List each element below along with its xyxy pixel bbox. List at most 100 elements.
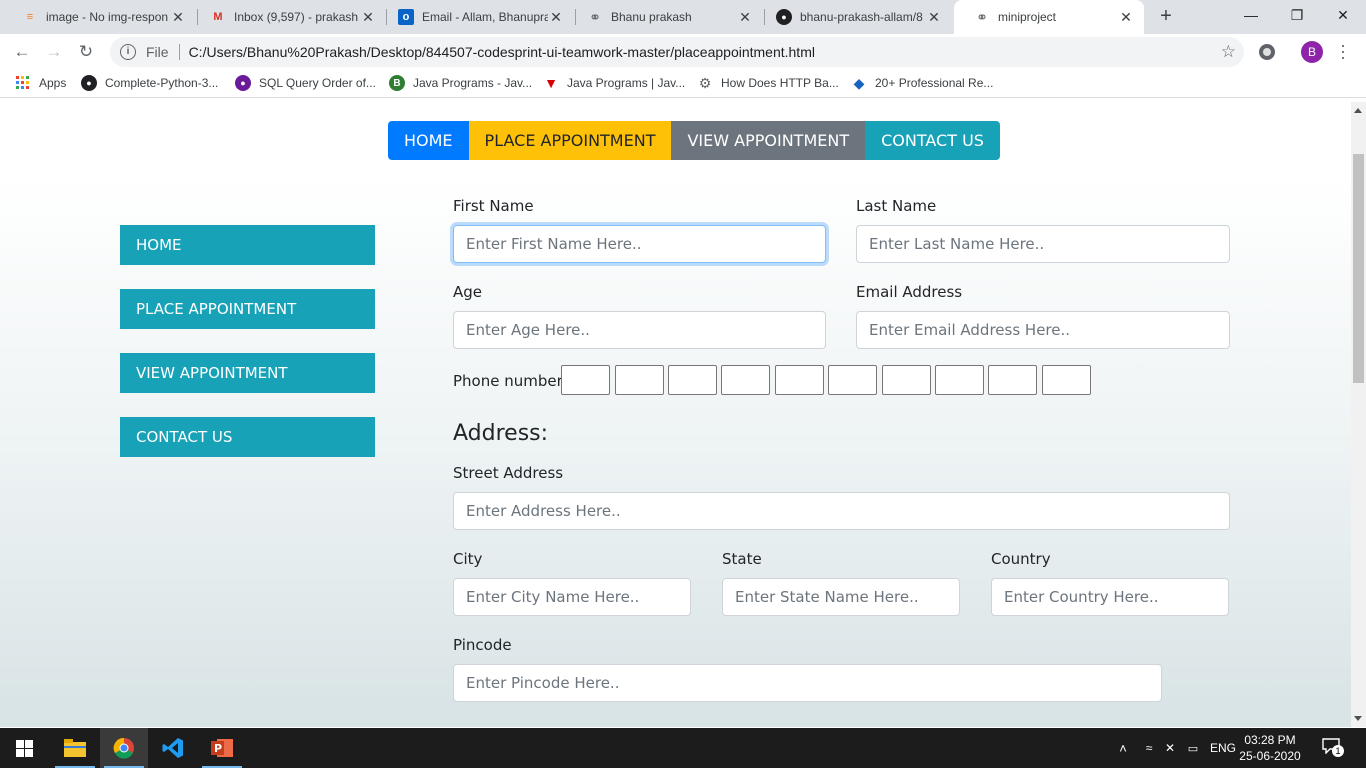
top-nav-place-appointment-button[interactable]: PLACE APPOINTMENT bbox=[468, 121, 672, 160]
browser-tab[interactable]: M Inbox (9,597) - prakash ✕ bbox=[190, 0, 386, 34]
action-center-button[interactable]: 1 bbox=[1322, 738, 1344, 757]
system-tray: ˄ ≈ ✕ ▭ ENG bbox=[1115, 728, 1236, 768]
browser-menu-icon[interactable]: · · · bbox=[1338, 36, 1348, 66]
site-icon: ◆ bbox=[853, 74, 865, 91]
start-button[interactable] bbox=[0, 728, 48, 768]
github-icon: ● bbox=[81, 75, 97, 91]
minimize-button[interactable]: — bbox=[1228, 0, 1274, 30]
browser-tab[interactable]: ≡ image - No img-respon ✕ bbox=[2, 0, 196, 34]
address-divider bbox=[178, 44, 180, 60]
notification-badge: 1 bbox=[1332, 745, 1344, 757]
scroll-up-arrow-icon[interactable] bbox=[1354, 108, 1362, 113]
reload-button[interactable]: ↻ bbox=[74, 40, 98, 64]
top-nav-home-button[interactable]: HOME bbox=[388, 121, 469, 160]
taskbar-clock[interactable]: 03:28 PM 25-06-2020 bbox=[1238, 732, 1302, 764]
battery-icon[interactable]: ▭ bbox=[1185, 742, 1201, 755]
vscode-taskbar-button[interactable] bbox=[149, 728, 197, 768]
scrollbar-thumb[interactable] bbox=[1353, 154, 1364, 383]
powerpoint-taskbar-button[interactable]: P bbox=[198, 728, 246, 768]
restore-button[interactable]: ❐ bbox=[1274, 0, 1320, 30]
city-label: City bbox=[453, 550, 483, 568]
age-input[interactable] bbox=[453, 311, 826, 349]
phone-digit-input[interactable] bbox=[935, 365, 984, 395]
first-name-input[interactable] bbox=[453, 225, 826, 263]
bookmark-star-icon[interactable]: ☆ bbox=[1221, 42, 1236, 62]
side-nav-home-button[interactable]: HOME bbox=[120, 225, 375, 265]
last-name-label: Last Name bbox=[856, 197, 937, 215]
language-indicator[interactable]: ENG bbox=[1210, 741, 1236, 755]
close-icon[interactable]: ✕ bbox=[548, 9, 564, 26]
page-scrollbar[interactable] bbox=[1351, 102, 1366, 727]
back-button[interactable]: ← bbox=[10, 40, 34, 64]
powerpoint-icon: P bbox=[211, 739, 233, 757]
close-icon[interactable]: ✕ bbox=[360, 9, 376, 26]
street-address-input[interactable] bbox=[453, 492, 1230, 530]
web-page: HOME PLACE APPOINTMENT VIEW APPOINTMENT … bbox=[0, 102, 1351, 727]
window-close-button[interactable]: ✕ bbox=[1320, 0, 1366, 30]
state-input[interactable] bbox=[722, 578, 960, 616]
side-nav-place-appointment-button[interactable]: PLACE APPOINTMENT bbox=[120, 289, 375, 329]
age-label: Age bbox=[453, 283, 483, 301]
browser-tab-active[interactable]: ⚭ miniproject ✕ bbox=[954, 0, 1144, 34]
outlook-icon: o bbox=[398, 9, 414, 25]
file-explorer-taskbar-button[interactable] bbox=[51, 728, 99, 768]
close-icon[interactable]: ✕ bbox=[1118, 9, 1134, 26]
address-bar[interactable]: i File C:/Users/Bhanu%20Prakash/Desktop/… bbox=[110, 37, 1244, 67]
bookmark-item[interactable]: ● SQL Query Order of... bbox=[235, 75, 376, 91]
pincode-input[interactable] bbox=[453, 664, 1162, 702]
site-icon: ▼ bbox=[544, 75, 558, 91]
forward-button[interactable]: → bbox=[42, 40, 66, 64]
scroll-down-arrow-icon[interactable] bbox=[1354, 716, 1362, 721]
phone-digit-input[interactable] bbox=[828, 365, 877, 395]
country-input[interactable] bbox=[991, 578, 1229, 616]
phone-digit-input[interactable] bbox=[721, 365, 770, 395]
email-input[interactable] bbox=[856, 311, 1230, 349]
bookmark-apps[interactable]: Apps bbox=[15, 75, 66, 91]
bookmark-item[interactable]: ▼ Java Programs | Jav... bbox=[543, 75, 685, 91]
chrome-taskbar-button[interactable] bbox=[100, 728, 148, 768]
close-icon[interactable]: ✕ bbox=[170, 9, 186, 26]
bookmark-item[interactable]: ● Complete-Python-3... bbox=[81, 75, 218, 91]
phone-digit-input[interactable] bbox=[561, 365, 610, 395]
address-url[interactable]: C:/Users/Bhanu%20Prakash/Desktop/844507-… bbox=[189, 44, 815, 60]
street-address-label: Street Address bbox=[453, 464, 564, 482]
windows-taskbar: P ˄ ≈ ✕ ▭ ENG 03:28 PM 25-06-2020 1 bbox=[0, 728, 1366, 768]
state-label: State bbox=[722, 550, 762, 568]
show-hidden-icons-chevron-icon[interactable]: ˄ bbox=[1115, 741, 1131, 756]
browser-tab[interactable]: ⚭ Bhanu prakash ✕ bbox=[567, 0, 763, 34]
phone-digit-input[interactable] bbox=[988, 365, 1037, 395]
side-nav-contact-us-button[interactable]: CONTACT US bbox=[120, 417, 375, 457]
bookmark-item[interactable]: ◆ 20+ Professional Re... bbox=[851, 74, 994, 91]
windows-logo-icon bbox=[15, 739, 33, 757]
first-name-label: First Name bbox=[453, 197, 534, 215]
phone-digit-input[interactable] bbox=[668, 365, 717, 395]
github-icon: ● bbox=[776, 9, 792, 25]
last-name-input[interactable] bbox=[856, 225, 1230, 263]
phone-label: Phone number bbox=[453, 372, 563, 390]
city-input[interactable] bbox=[453, 578, 691, 616]
vscode-icon bbox=[162, 738, 183, 758]
phone-digit-input[interactable] bbox=[775, 365, 824, 395]
new-tab-button[interactable]: + bbox=[1155, 6, 1177, 28]
bookmark-item[interactable]: ⚙ How Does HTTP Ba... bbox=[697, 75, 839, 91]
phone-digit-input[interactable] bbox=[1042, 365, 1091, 395]
stackoverflow-icon: ≡ bbox=[26, 11, 34, 23]
close-icon[interactable]: ✕ bbox=[926, 9, 942, 26]
side-nav-view-appointment-button[interactable]: VIEW APPOINTMENT bbox=[120, 353, 375, 393]
globe-icon: ⚭ bbox=[976, 8, 988, 25]
top-nav-contact-us-button[interactable]: CONTACT US bbox=[865, 121, 1000, 160]
site-icon: B bbox=[389, 75, 405, 91]
info-icon[interactable]: i bbox=[120, 44, 136, 60]
phone-digit-input[interactable] bbox=[882, 365, 931, 395]
phone-digit-input[interactable] bbox=[615, 365, 664, 395]
top-navigation: HOME PLACE APPOINTMENT VIEW APPOINTMENT … bbox=[388, 121, 1000, 160]
bookmark-item[interactable]: B Java Programs - Jav... bbox=[389, 75, 532, 91]
close-icon[interactable]: ✕ bbox=[737, 9, 753, 26]
browser-tab[interactable]: ● bhanu-prakash-allam/8 ✕ bbox=[756, 0, 952, 34]
extension-icon[interactable] bbox=[1259, 44, 1275, 60]
browser-tab[interactable]: o Email - Allam, Bhanupra ✕ bbox=[378, 0, 574, 34]
volume-muted-icon[interactable]: ✕ bbox=[1162, 741, 1178, 755]
profile-avatar[interactable]: B bbox=[1301, 41, 1323, 63]
wifi-icon[interactable]: ≈ bbox=[1141, 741, 1157, 755]
top-nav-view-appointment-button[interactable]: VIEW APPOINTMENT bbox=[671, 121, 866, 160]
